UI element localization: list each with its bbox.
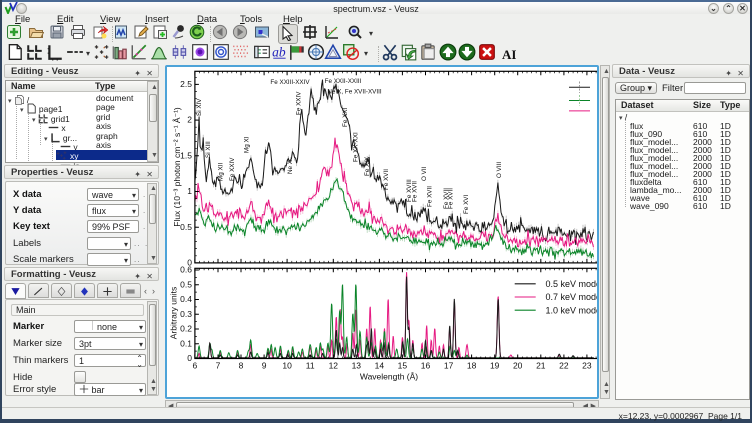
svg-text:Fe XXI: Fe XXI <box>342 108 349 127</box>
svg-text:0.5: 0.5 <box>180 279 192 289</box>
svg-text:0.5 keV mode: 0.5 keV mode <box>546 279 598 289</box>
svg-text:O VII: O VII <box>421 166 428 181</box>
svg-text:ab: ab <box>272 45 286 60</box>
svg-text:21: 21 <box>536 361 546 371</box>
svg-text:0.1: 0.1 <box>180 338 192 348</box>
svg-text:Arbitrary units: Arbitrary units <box>169 287 179 339</box>
svg-text:Fe XX-XXI: Fe XX-XXI <box>353 132 360 162</box>
svg-text:1: 1 <box>187 186 192 196</box>
svg-text:Flux (10⁻³ photon cm⁻² s⁻¹ Å⁻¹: Flux (10⁻³ photon cm⁻² s⁻¹ Å⁻¹) <box>172 107 182 227</box>
svg-text:17: 17 <box>444 361 454 371</box>
svg-text:6: 6 <box>193 361 198 371</box>
svg-text:0.7 keV mode: 0.7 keV mode <box>546 292 598 302</box>
svg-text:Fe XXII-XXIII: Fe XXII-XXIII <box>325 78 362 85</box>
svg-text:Fe XVI: Fe XVI <box>463 195 470 214</box>
svg-text:Ne X, Fe XVII-XVIII: Ne X, Fe XVII-XVIII <box>327 89 381 96</box>
svg-text:12: 12 <box>329 361 339 371</box>
svg-text:8: 8 <box>239 361 244 371</box>
svg-text:16: 16 <box>421 361 431 371</box>
svg-text:2: 2 <box>187 115 192 125</box>
svg-text:11: 11 <box>306 361 315 371</box>
svg-text:Fe XXIV: Fe XXIV <box>229 157 236 181</box>
svg-text:Fe XVII: Fe XVII <box>427 186 434 207</box>
svg-text:7: 7 <box>216 361 221 371</box>
svg-text:0.3: 0.3 <box>180 309 192 319</box>
svg-text:Fe XVII: Fe XVII <box>448 188 455 209</box>
svg-text:14: 14 <box>375 361 385 371</box>
svg-text:Fe XVII: Fe XVII <box>412 181 419 202</box>
svg-text:Mg XI: Mg XI <box>244 136 251 153</box>
svg-text:Mg XII: Mg XII <box>218 163 225 181</box>
svg-text:O VIII: O VIII <box>496 162 503 178</box>
svg-text:Wavelength (Å): Wavelength (Å) <box>360 372 418 382</box>
svg-text:20: 20 <box>513 361 523 371</box>
svg-text:Fe XVII: Fe XVII <box>383 169 390 190</box>
svg-text:Si XIII: Si XIII <box>205 141 212 158</box>
svg-text:0.2: 0.2 <box>180 324 192 334</box>
svg-text:0: 0 <box>187 353 192 363</box>
svg-text:9: 9 <box>262 361 267 371</box>
svg-text:Ne X: Ne X <box>287 159 294 174</box>
svg-text:18: 18 <box>467 361 477 371</box>
svg-text:22: 22 <box>559 361 569 371</box>
svg-text:0.4: 0.4 <box>180 294 192 304</box>
svg-text:13: 13 <box>352 361 362 371</box>
svg-text:10: 10 <box>282 361 292 371</box>
svg-text:23: 23 <box>582 361 592 371</box>
svg-text:Si XIV: Si XIV <box>196 98 203 116</box>
svg-text:15: 15 <box>398 361 408 371</box>
svg-text:Fe XXIII-XXIV: Fe XXIII-XXIV <box>270 79 310 86</box>
svg-text:1.0 keV mode: 1.0 keV mode <box>546 305 598 315</box>
svg-text:0.6: 0.6 <box>180 265 192 275</box>
svg-text:Fe XIX: Fe XIX <box>364 156 371 176</box>
svg-text:19: 19 <box>490 361 500 371</box>
svg-text:2.5: 2.5 <box>180 79 192 89</box>
svg-text:Fe XXIV: Fe XXIV <box>296 91 303 115</box>
